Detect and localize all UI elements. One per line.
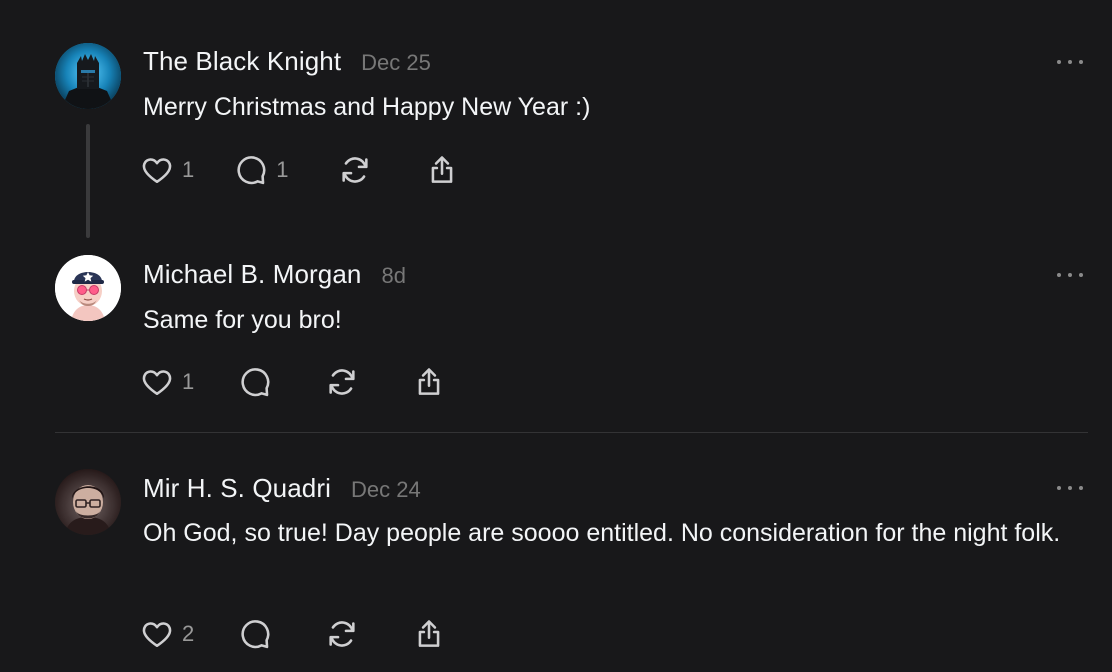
more-dot [1057, 486, 1061, 490]
comment-icon [238, 617, 272, 651]
thread-post: Mir H. S. Quadri Dec 24 Oh God, so true!… [0, 0, 1112, 672]
post-time[interactable]: Dec 24 [351, 477, 421, 503]
like-count: 2 [182, 621, 195, 646]
share-button[interactable] [412, 617, 446, 651]
more-dot [1079, 486, 1083, 490]
post-actions: 2 [140, 616, 446, 652]
like-button[interactable]: 2 [140, 617, 194, 651]
post-text: Oh God, so true! Day people are soooo en… [143, 519, 1061, 547]
avatar[interactable] [55, 469, 121, 535]
post-header: Mir H. S. Quadri Dec 24 [143, 473, 421, 504]
repost-icon [325, 617, 359, 651]
man-with-glasses-avatar-icon [55, 469, 121, 535]
heart-icon [140, 617, 174, 651]
more-dot [1068, 486, 1072, 490]
author-name[interactable]: Mir H. S. Quadri [143, 473, 331, 504]
more-button[interactable] [1055, 482, 1085, 494]
repost-button[interactable] [325, 617, 359, 651]
share-icon [412, 617, 446, 651]
reply-button[interactable] [238, 617, 272, 651]
